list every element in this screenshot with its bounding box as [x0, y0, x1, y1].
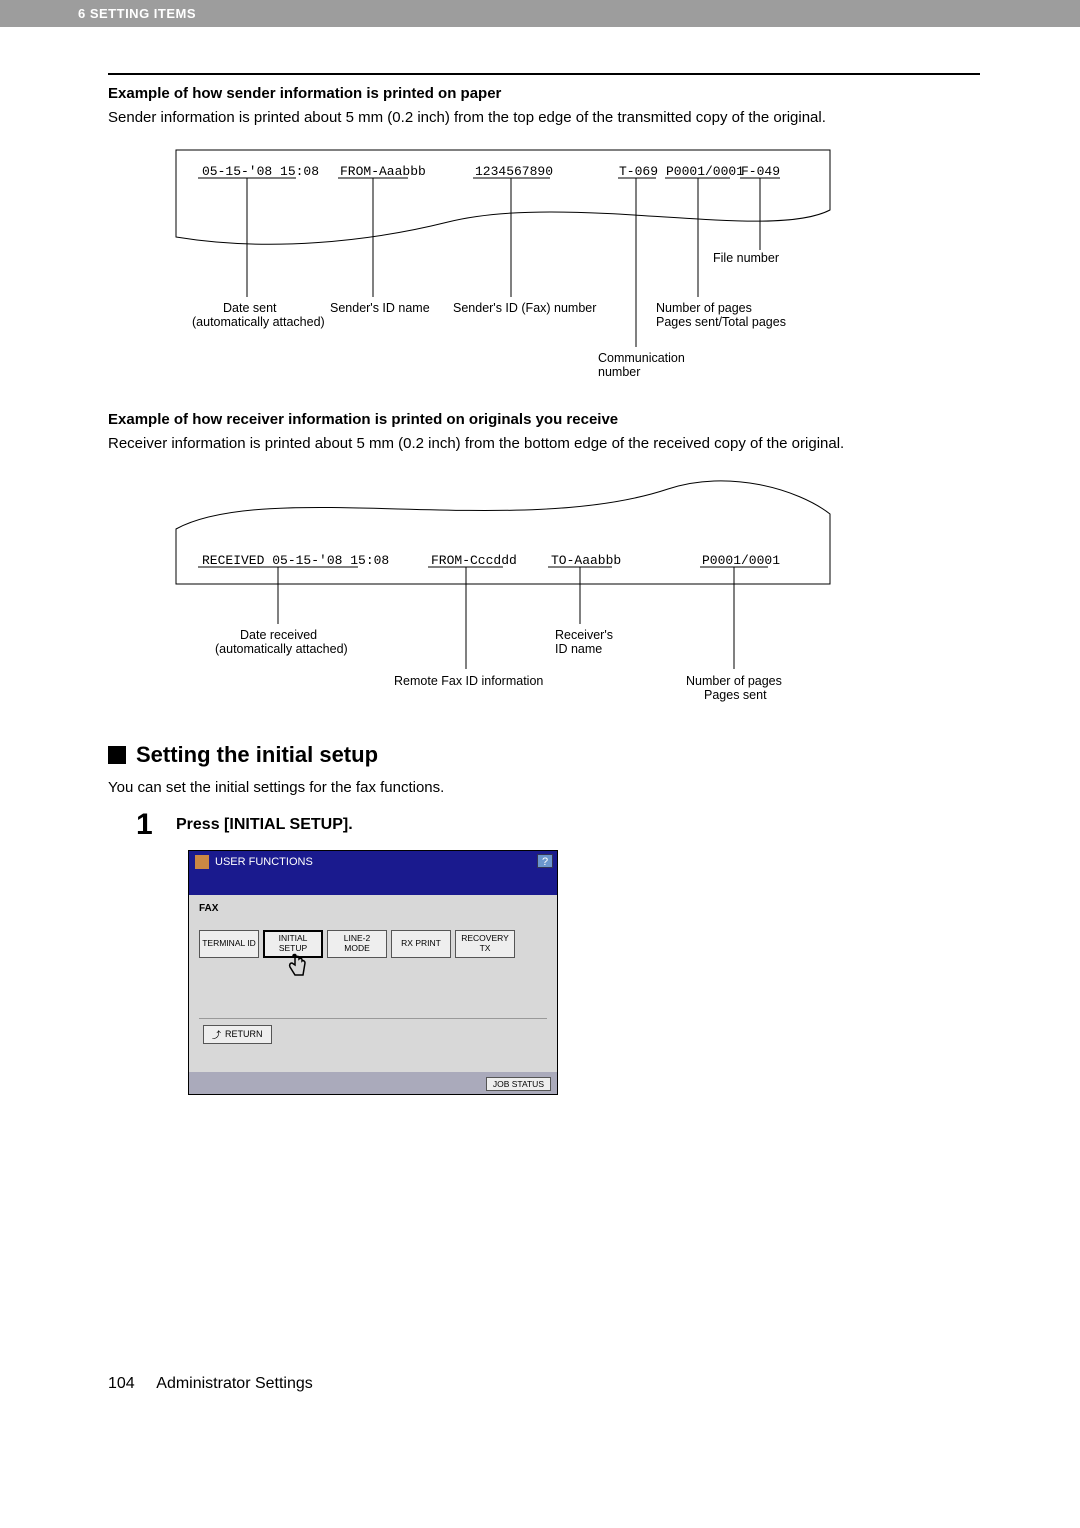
- terminal-id-button[interactable]: TERMINAL ID: [199, 930, 259, 958]
- return-button[interactable]: ⤴ RETURN: [203, 1025, 272, 1044]
- field-received: RECEIVED 05-15-'08 15:08: [202, 553, 389, 568]
- ui-title-text: USER FUNCTIONS: [215, 856, 313, 868]
- section2-title: Example of how receiver information is p…: [108, 411, 980, 428]
- rx-print-button[interactable]: RX PRINT: [391, 930, 451, 958]
- sender-diagram: 05-15-'08 15:08 FROM-Aaabbb 1234567890 T…: [168, 142, 980, 387]
- lbl-auto2: (automatically attached): [215, 642, 348, 656]
- lbl-num-pages2: Number of pages: [686, 674, 782, 688]
- step-1: 1 Press [INITIAL SETUP].: [136, 810, 980, 840]
- page-header-bar: 6 SETTING ITEMS: [0, 0, 1080, 27]
- footer-section: Administrator Settings: [156, 1375, 313, 1392]
- lbl-date-sent: Date sent: [223, 301, 277, 315]
- ui-blue-bar: [189, 873, 557, 895]
- ui-breadcrumb: FAX: [199, 903, 547, 914]
- return-arrow-icon: ⤴: [212, 1028, 221, 1041]
- page-footer: 104 Administrator Settings: [0, 1375, 1080, 1423]
- ui-title-icon: [195, 855, 209, 869]
- job-status-button[interactable]: JOB STATUS: [486, 1077, 551, 1091]
- lbl-sender-id-name: Sender's ID name: [330, 301, 430, 315]
- step-number: 1: [136, 810, 176, 840]
- field-from: FROM-Aaabbb: [340, 164, 426, 179]
- field-pages: P0001/0001: [666, 164, 744, 179]
- setting-heading: Setting the initial setup: [108, 742, 980, 768]
- ui-title-bar: USER FUNCTIONS ?: [189, 851, 557, 873]
- page-number: 104: [108, 1375, 135, 1393]
- field-to: TO-Aaabbb: [551, 553, 621, 568]
- field-comm: T-069: [619, 164, 658, 179]
- field-date: 05-15-'08 15:08: [202, 164, 319, 179]
- help-button[interactable]: ?: [537, 854, 553, 868]
- step-text: Press [INITIAL SETUP].: [176, 816, 353, 834]
- section1-title: Example of how sender information is pri…: [108, 85, 980, 102]
- lbl-pages-sent: Pages sent: [704, 688, 767, 702]
- lbl-sender-id-fax: Sender's ID (Fax) number: [453, 301, 596, 315]
- ui-screenshot: USER FUNCTIONS ? FAX TERMINAL ID INITIAL…: [188, 850, 558, 1095]
- line2-mode-button[interactable]: LINE-2 MODE: [327, 930, 387, 958]
- lbl-comm1: Communication: [598, 351, 685, 365]
- square-bullet-icon: [108, 746, 126, 764]
- field-pages2: P0001/0001: [702, 553, 780, 568]
- lbl-remote-fax: Remote Fax ID information: [394, 674, 543, 688]
- chapter-label: 6 SETTING ITEMS: [78, 6, 196, 21]
- lbl-date-received: Date received: [240, 628, 317, 642]
- pointer-hand-icon: [285, 953, 309, 981]
- lbl-num-pages: Number of pages: [656, 301, 752, 315]
- field-from2: FROM-Cccddd: [431, 553, 517, 568]
- receiver-diagram: RECEIVED 05-15-'08 15:08 FROM-Cccddd TO-…: [168, 469, 980, 714]
- field-fax: 1234567890: [475, 164, 553, 179]
- field-file: F-049: [741, 164, 780, 179]
- lbl-recv2: ID name: [555, 642, 602, 656]
- lbl-recv1: Receiver's: [555, 628, 613, 642]
- setting-intro: You can set the initial settings for the…: [108, 778, 980, 798]
- lbl-pages-ratio: Pages sent/Total pages: [656, 315, 786, 329]
- lbl-file-number: File number: [713, 251, 779, 265]
- divider: [108, 73, 980, 75]
- section1-text: Sender information is printed about 5 mm…: [108, 108, 980, 128]
- lbl-comm2: number: [598, 365, 640, 379]
- lbl-auto: (automatically attached): [192, 315, 325, 329]
- recovery-tx-button[interactable]: RECOVERY TX: [455, 930, 515, 958]
- section2-text: Receiver information is printed about 5 …: [108, 434, 980, 454]
